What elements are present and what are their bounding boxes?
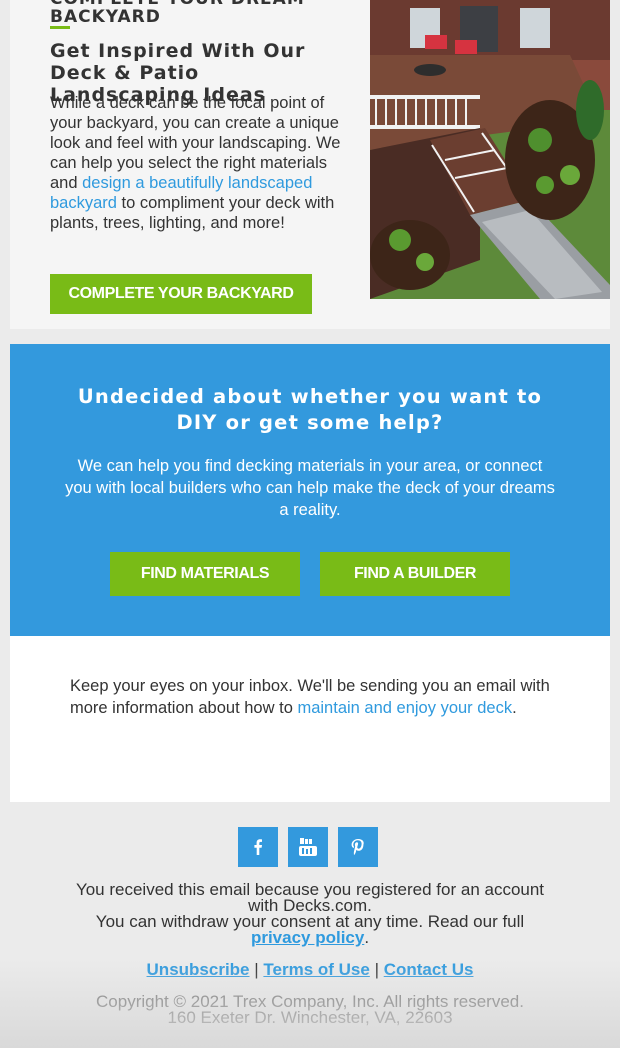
- diy-help-section: Undecided about whether you want to DIY …: [10, 344, 610, 636]
- privacy-policy-link[interactable]: privacy policy: [251, 928, 364, 947]
- privacy-period: .: [364, 928, 370, 947]
- maintain-deck-link[interactable]: maintain and enjoy your deck: [297, 699, 512, 717]
- unsubscribe-link[interactable]: Unsubscribe: [147, 960, 250, 979]
- footer-received: You received this email because you regi…: [75, 880, 545, 915]
- accent-divider: [50, 26, 70, 29]
- section-body: While a deck can be the focal point of y…: [50, 93, 345, 233]
- deck-illustration: [370, 0, 610, 299]
- inbox-note-section: Keep your eyes on your inbox. We'll be s…: [10, 636, 610, 802]
- inbox-text-end: .: [512, 699, 517, 717]
- inbox-text: Keep your eyes on your inbox. We'll be s…: [70, 675, 555, 719]
- complete-backyard-button[interactable]: COMPLETE YOUR BACKYARD: [50, 274, 312, 314]
- section-eyebrow: COMPLETE YOUR DREAM BACKYARD: [50, 0, 304, 27]
- deck-photo: [370, 0, 610, 299]
- terms-of-use-link[interactable]: Terms of Use: [263, 960, 369, 979]
- footer-consent: You received this email because you regi…: [60, 880, 560, 947]
- footer-separator: |: [369, 960, 384, 979]
- company-address: 160 Exeter Dr. Winchester, VA, 22603: [167, 1008, 453, 1027]
- find-builder-button[interactable]: FIND A BUILDER: [320, 552, 510, 596]
- pinterest-icon[interactable]: [338, 827, 378, 867]
- footer-links: Unsubscribe | Terms of Use | Contact Us: [60, 960, 560, 979]
- footer-copyright: Copyright © 2021 Trex Company, Inc. All …: [60, 993, 560, 1027]
- contact-us-link[interactable]: Contact Us: [384, 960, 474, 979]
- help-title: Undecided about whether you want to DIY …: [77, 385, 543, 434]
- social-links: [238, 827, 378, 867]
- facebook-icon[interactable]: [238, 827, 278, 867]
- help-body: We can help you find decking materials i…: [65, 457, 555, 519]
- youtube-icon[interactable]: [288, 827, 328, 867]
- footer-separator: |: [249, 960, 264, 979]
- dream-backyard-section: COMPLETE YOUR DREAM BACKYARD Get Inspire…: [10, 0, 610, 329]
- find-materials-button[interactable]: FIND MATERIALS: [110, 552, 300, 596]
